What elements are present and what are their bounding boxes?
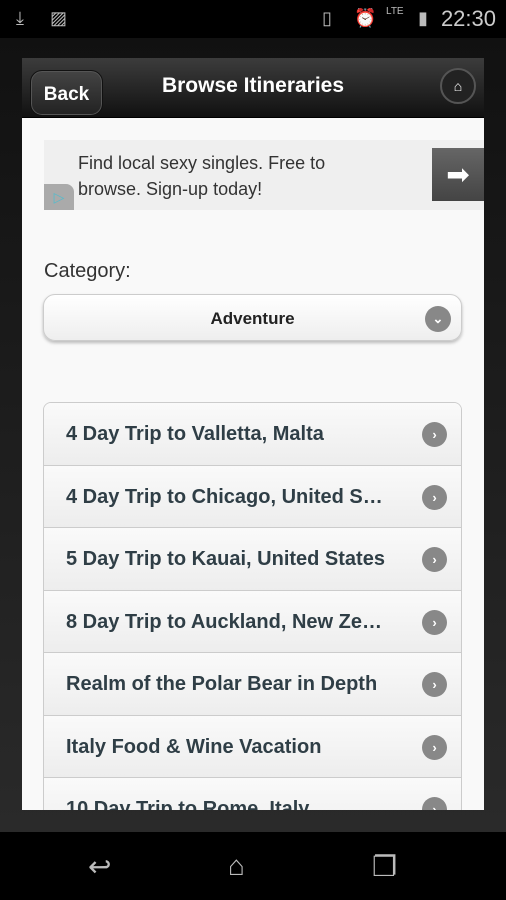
list-item[interactable]: 10 Day Trip to Rome, Italy ›	[44, 778, 461, 810]
item-label: 4 Day Trip to Valletta, Malta	[66, 423, 324, 445]
battery-icon: ▮	[418, 8, 428, 28]
chevron-right-icon: ›	[422, 734, 447, 760]
clock: 22:30	[440, 6, 496, 31]
back-icon[interactable]: ↩	[88, 850, 111, 883]
alarm-icon: ⏰	[354, 8, 377, 28]
vibrate-icon: ▯	[322, 8, 332, 28]
home-button[interactable]: ⌂	[440, 68, 476, 104]
arrow-right-icon: ➡	[446, 159, 470, 190]
ad-banner[interactable]: ▷ Find local sexy singles. Free to brows…	[44, 140, 484, 210]
home-icon[interactable]: ⌂	[228, 850, 245, 882]
navigation-bar: ↩ ⌂ ❐	[0, 832, 506, 900]
item-label: 10 Day Trip to Rome, Italy	[66, 798, 310, 810]
category-label: Category:	[44, 260, 131, 282]
recents-icon[interactable]: ❐	[372, 850, 397, 883]
chevron-right-icon: ›	[422, 609, 447, 635]
chevron-right-icon: ›	[422, 484, 447, 510]
ad-choices-icon[interactable]: ▷	[44, 184, 74, 210]
status-bar: ⤓ ▨ ▯ ⏰ LTE ▮ 22:30	[0, 0, 506, 38]
chevron-right-icon: ›	[422, 422, 447, 447]
list-item[interactable]: Italy Food & Wine Vacation ›	[44, 715, 461, 778]
item-label: 4 Day Trip to Chicago, United States	[66, 485, 386, 508]
item-label: 5 Day Trip to Kauai, United States	[66, 548, 385, 570]
chevron-right-icon: ›	[422, 672, 447, 697]
lte-signal-icon: LTE	[386, 6, 404, 17]
item-label: Realm of the Polar Bear in Depth	[66, 673, 378, 695]
item-label: 8 Day Trip to Auckland, New Zealand	[66, 610, 386, 633]
download-icon: ⤓	[16, 8, 24, 28]
category-select[interactable]: Adventure ⌄	[43, 294, 462, 341]
chevron-down-icon: ⌄	[425, 306, 451, 332]
chevron-right-icon: ›	[422, 797, 447, 810]
list-item[interactable]: 5 Day Trip to Kauai, United States ›	[44, 528, 461, 591]
category-value: Adventure	[210, 309, 295, 328]
list-item[interactable]: Realm of the Polar Bear in Depth ›	[44, 653, 461, 716]
list-item[interactable]: 4 Day Trip to Valletta, Malta ›	[44, 403, 461, 466]
list-item[interactable]: 8 Day Trip to Auckland, New Zealand ›	[44, 590, 461, 653]
list-item[interactable]: 4 Day Trip to Chicago, United States ›	[44, 465, 461, 528]
header: Back Browse Itineraries ⌂	[22, 58, 484, 118]
chevron-right-icon: ›	[422, 547, 447, 572]
ad-go-button[interactable]: ➡	[432, 148, 484, 201]
app-page: Back Browse Itineraries ⌂ ▷ Find local s…	[22, 58, 484, 810]
itinerary-list: 4 Day Trip to Valletta, Malta › 4 Day Tri…	[43, 402, 462, 810]
item-label: Italy Food & Wine Vacation	[66, 735, 322, 758]
page-title: Browse Itineraries	[161, 74, 345, 97]
ad-text: Find local sexy singles. Free to browse.…	[78, 153, 326, 199]
image-icon: ▨	[50, 8, 68, 28]
home-icon: ⌂	[453, 78, 463, 94]
